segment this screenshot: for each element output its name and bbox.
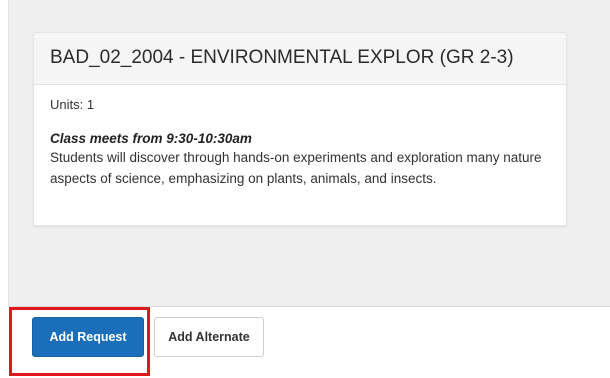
course-title: BAD_02_2004 - ENVIRONMENTAL EXPLOR (GR 2…: [50, 47, 514, 68]
action-footer: Add Request Add Alternate: [8, 306, 610, 370]
add-request-button[interactable]: Add Request: [32, 317, 144, 357]
course-description: Students will discover through hands-on …: [50, 150, 542, 186]
course-units: Units: 1: [50, 97, 95, 112]
course-card-body: Units: 1 Class meets from 9:30-10:30am S…: [34, 85, 566, 189]
add-alternate-button[interactable]: Add Alternate: [154, 317, 264, 357]
course-detail-panel: BAD_02_2004 - ENVIRONMENTAL EXPLOR (GR 2…: [8, 0, 610, 306]
course-card-header: BAD_02_2004 - ENVIRONMENTAL EXPLOR (GR 2…: [34, 33, 566, 85]
course-card: BAD_02_2004 - ENVIRONMENTAL EXPLOR (GR 2…: [33, 32, 567, 226]
course-meeting-time: Class meets from 9:30-10:30am: [50, 131, 252, 146]
course-request-page: BAD_02_2004 - ENVIRONMENTAL EXPLOR (GR 2…: [0, 0, 610, 378]
